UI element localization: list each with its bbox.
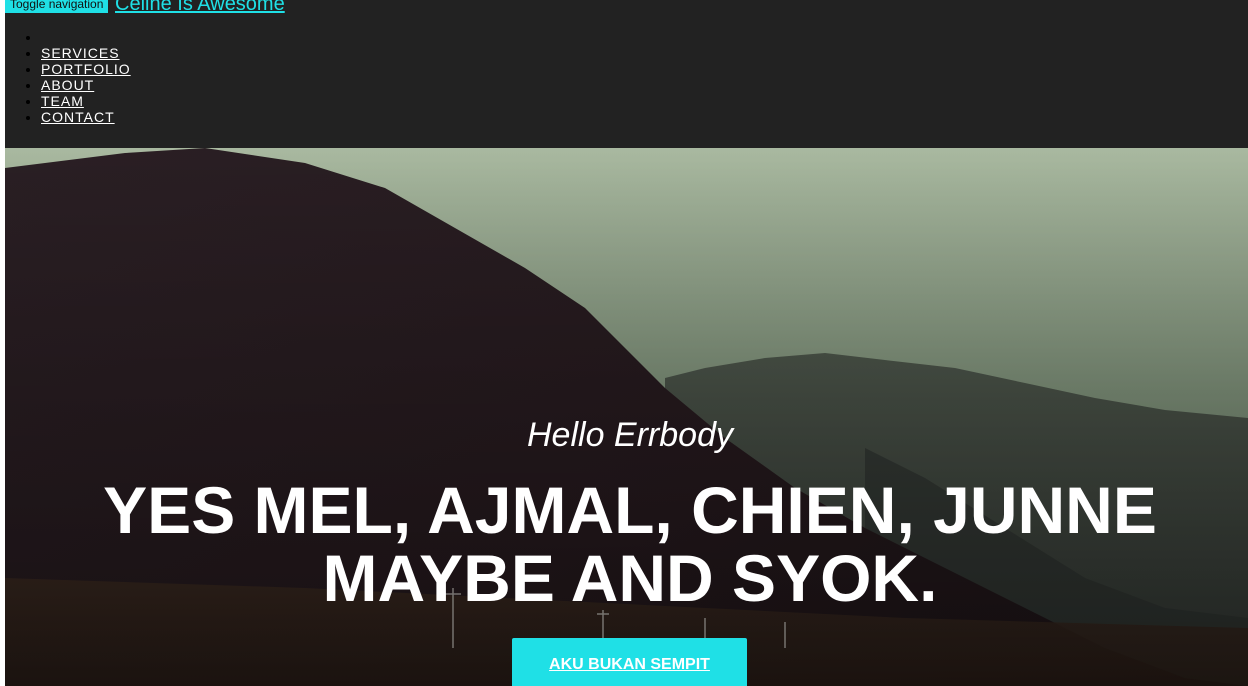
hero-title-line-1: YES MEL, AJMAL, CHIEN, JUNNE xyxy=(103,473,1157,547)
hero-section: Hello Errbody YES MEL, AJMAL, CHIEN, JUN… xyxy=(5,148,1248,686)
nav-link-team[interactable]: TEAM xyxy=(41,93,84,109)
hero-subtitle: Hello Errbody xyxy=(527,416,733,454)
nav-menu: SERVICES PORTFOLIO ABOUT TEAM CONTACT xyxy=(5,29,131,125)
nav-item-about: ABOUT xyxy=(41,77,131,93)
hero-title-line-2: MAYBE AND SYOK. xyxy=(322,541,938,615)
nav-item-contact: CONTACT xyxy=(41,109,131,125)
nav-item-services: SERVICES xyxy=(41,45,131,61)
nav-link-contact[interactable]: CONTACT xyxy=(41,109,115,125)
nav-link-portfolio[interactable]: PORTFOLIO xyxy=(41,61,131,77)
hero-title: YES MEL, AJMAL, CHIEN, JUNNE MAYBE AND S… xyxy=(5,476,1248,612)
toggle-navigation-button[interactable]: Toggle navigation xyxy=(5,0,109,13)
nav-link-services[interactable]: SERVICES xyxy=(41,45,120,61)
nav-menu-empty-item xyxy=(41,29,131,45)
nav-link-about[interactable]: ABOUT xyxy=(41,77,94,93)
nav-item-team: TEAM xyxy=(41,93,131,109)
page: Toggle navigation Celine Is Awesome SERV… xyxy=(5,0,1248,686)
cta-button[interactable]: AKU BUKAN SEMPIT xyxy=(512,638,747,686)
brand-link[interactable]: Celine Is Awesome xyxy=(115,0,285,16)
top-navbar: Toggle navigation Celine Is Awesome SERV… xyxy=(5,0,1248,148)
nav-item-portfolio: PORTFOLIO xyxy=(41,61,131,77)
